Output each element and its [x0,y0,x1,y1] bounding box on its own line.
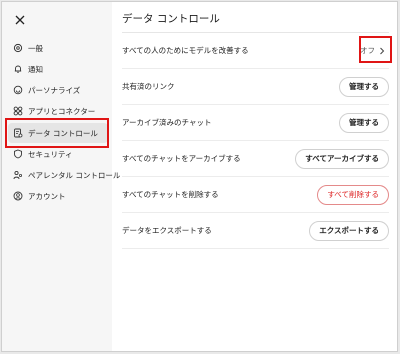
setting-row-improve-model: すべての人のためにモデルを改善する オフ [122,33,389,69]
manage-shared-links-button[interactable]: 管理する [339,76,389,97]
sidebar-item-security[interactable]: セキュリティ [8,144,108,164]
sidebar-item-notifications[interactable]: 通知 [8,59,108,79]
page-title: データ コントロール [122,13,220,25]
sidebar-item-label: データ コントロール [28,128,98,138]
close-button[interactable] [12,12,28,28]
bell-icon [12,64,23,75]
apps-icon [12,106,23,117]
personalize-icon [12,85,23,96]
gear-icon [12,43,23,54]
toggle-value: オフ [360,46,375,55]
manage-archived-chats-button[interactable]: 管理する [339,112,389,133]
delete-all-button[interactable]: すべて削除する [317,184,389,205]
improve-model-toggle[interactable]: オフ [360,45,389,56]
setting-label: アーカイブ済みのチャット [122,118,212,127]
sidebar-item-label: セキュリティ [28,149,73,159]
account-icon [12,191,23,202]
shield-icon [12,149,23,160]
data-controls-icon [12,128,23,139]
setting-row-shared-links: 共有済のリンク 管理する [122,69,389,105]
close-icon [15,15,25,25]
archive-all-button[interactable]: すべてアーカイブする [295,148,389,169]
main-panel: データ コントロール すべての人のためにモデルを改善する オフ 共有済のリンク … [112,2,397,351]
sidebar-item-parental[interactable]: ペアレンタル コントロール [8,165,120,185]
setting-label: 共有済のリンク [122,82,175,91]
settings-sidebar: 一般 通知 パーソナライズ アプリとコネクター データ コントロール セキュリテ… [2,2,120,351]
settings-dialog: 一般 通知 パーソナライズ アプリとコネクター データ コントロール セキュリテ… [1,1,398,352]
sidebar-item-label: 通知 [28,64,43,74]
setting-row-delete-all: すべてのチャットを削除する すべて削除する [122,177,389,213]
export-data-button[interactable]: エクスポートする [309,220,389,241]
sidebar-item-label: アプリとコネクター [28,106,96,116]
sidebar-item-account[interactable]: アカウント [8,186,108,206]
setting-label: すべての人のためにモデルを改善する [122,46,249,55]
setting-row-archive-all: すべてのチャットをアーカイブする すべてアーカイブする [122,141,389,177]
setting-label: すべてのチャットをアーカイブする [122,154,241,163]
setting-row-export: データをエクスポートする エクスポートする [122,213,389,249]
sidebar-item-apps[interactable]: アプリとコネクター [8,101,108,121]
sidebar-item-label: アカウント [28,191,66,201]
setting-label: すべてのチャットを削除する [122,190,219,199]
sidebar-item-label: パーソナライズ [28,85,81,95]
sidebar-item-personalization[interactable]: パーソナライズ [8,80,108,100]
sidebar-item-label: ペアレンタル コントロール [28,170,121,180]
setting-row-archived-chats: アーカイブ済みのチャット 管理する [122,105,389,141]
setting-label: データをエクスポートする [122,226,212,235]
sidebar-item-label: 一般 [28,43,43,53]
parental-icon [12,170,23,181]
sidebar-item-general[interactable]: 一般 [8,38,108,58]
sidebar-item-data-controls[interactable]: データ コントロール [8,123,108,143]
chevron-right-icon [380,47,385,54]
